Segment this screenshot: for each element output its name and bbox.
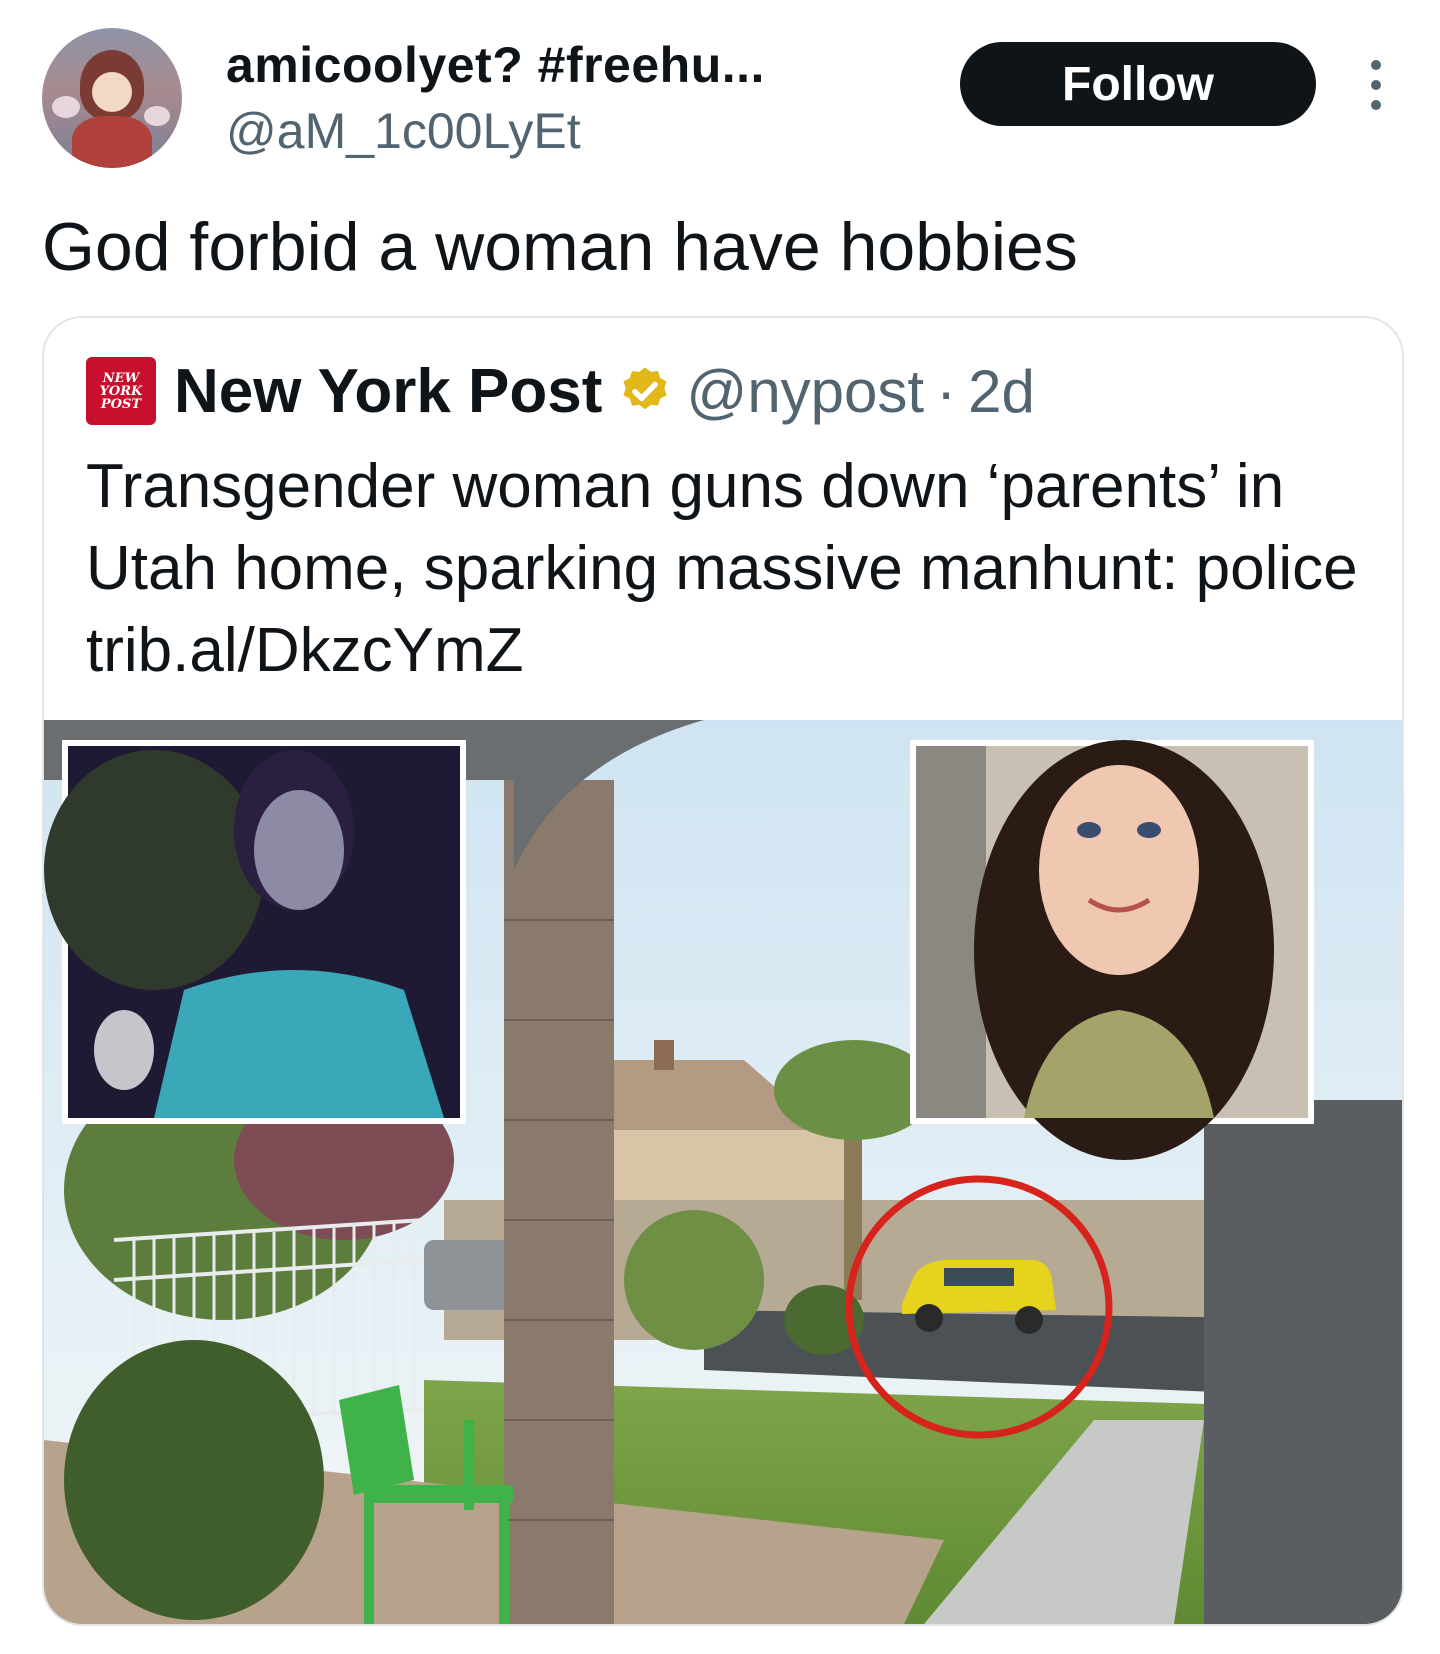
- separator-dot: ·: [936, 357, 957, 425]
- logo-line: NEW: [102, 370, 140, 386]
- nypost-logo-icon[interactable]: NEW YORK POST: [86, 357, 156, 425]
- quoted-media-image[interactable]: [44, 720, 1402, 1624]
- author-avatar[interactable]: [42, 28, 182, 168]
- quoted-author-handle[interactable]: @nypost: [686, 357, 924, 426]
- author-display-name[interactable]: amicoolyet? #freehu...: [226, 36, 765, 94]
- logo-line: POST: [100, 396, 142, 412]
- more-dot: [1371, 80, 1381, 90]
- news-photo-collage: [44, 720, 1402, 1624]
- more-options-icon[interactable]: [1366, 60, 1386, 110]
- avatar-pig-left: [52, 96, 80, 118]
- author-handle[interactable]: @aM_1c00LyEt: [226, 102, 581, 160]
- more-dot: [1371, 60, 1381, 70]
- avatar-pig-right: [144, 106, 170, 126]
- tweet-text: God forbid a woman have hobbies: [42, 209, 1078, 285]
- follow-button[interactable]: Follow: [960, 42, 1316, 126]
- verified-badge-icon: [623, 367, 668, 410]
- avatar-face: [92, 72, 132, 112]
- more-dot: [1371, 100, 1381, 110]
- logo-line: YORK: [99, 383, 143, 399]
- quoted-tweet-text: Transgender woman guns down ‘parents’ in…: [86, 452, 1358, 685]
- quoted-tweet-card[interactable]: NEW YORK POST New York Post @nypost · 2d…: [42, 316, 1404, 1626]
- avatar-body: [72, 116, 152, 168]
- quoted-tweet-header: NEW YORK POST New York Post @nypost · 2d: [86, 356, 1035, 426]
- quoted-author-name[interactable]: New York Post: [174, 356, 602, 427]
- quoted-time[interactable]: 2d: [968, 357, 1035, 426]
